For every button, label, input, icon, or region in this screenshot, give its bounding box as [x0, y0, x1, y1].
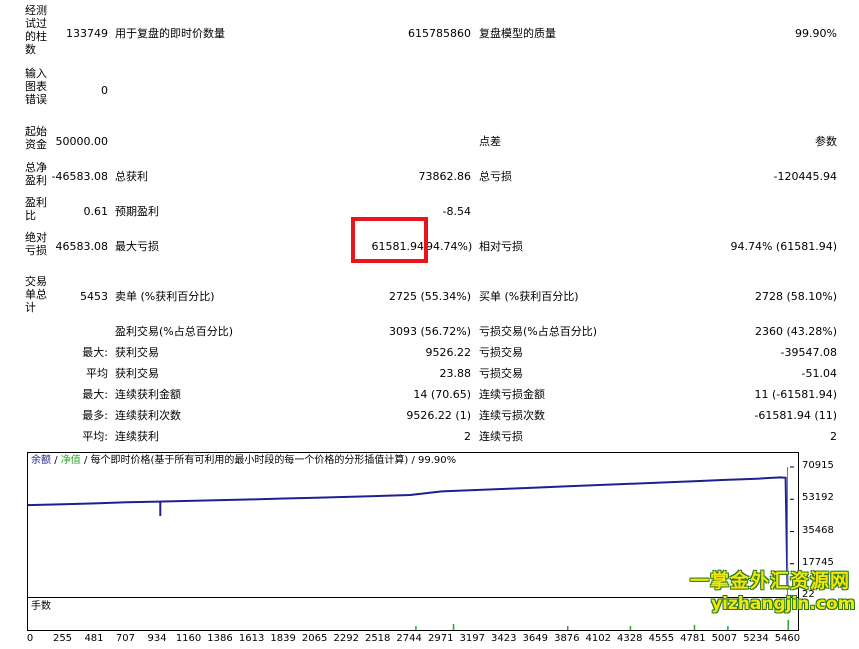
loss-trades-value: 2360 (43.28%) [754, 325, 837, 338]
avg2-label: 平均: [82, 430, 108, 443]
rel-drawdown-label: 相对亏损 [479, 240, 523, 253]
x-tick-label: 5234 [743, 633, 769, 644]
x-tick-label: 3197 [459, 633, 485, 644]
x-tick-label: 3423 [490, 633, 517, 644]
volume-chart: 手数 [27, 597, 799, 631]
bars-tested-value: 133749 [66, 27, 108, 40]
maximal-consec-profit-label: 连续获利次数 [115, 409, 181, 422]
avg-loss-value: -51.04 [801, 367, 837, 380]
profit-factor-value: 0.61 [83, 205, 109, 218]
watermark-url: yizhangjin.com [711, 594, 856, 614]
x-tick-label: 5007 [711, 633, 738, 644]
gross-loss-label: 总亏损 [479, 170, 512, 183]
maximal-consec-loss-value: -61581.94 (11) [754, 409, 837, 422]
max-consec-wins-label: 连续获利金额 [115, 388, 181, 401]
y-tick-label: 35468 [802, 524, 834, 536]
short-trades-value: 2725 (55.34%) [388, 290, 471, 303]
max-consec-wins-value: 14 (70.65) [413, 388, 471, 401]
avg-consec-losses-label: 连续亏损 [479, 430, 523, 443]
volume-bar [693, 625, 696, 630]
gross-loss-value: -120445.94 [773, 170, 837, 183]
avg-consec-wins-value: 2 [464, 430, 471, 443]
x-tick-label: 3649 [522, 633, 548, 644]
x-tick-label: 5460 [774, 633, 801, 644]
long-trades-value: 2728 (58.10%) [754, 290, 837, 303]
balance-chart: 余额 / 净值 / 每个即时价格(基于所有可利用的最小时段的每一个价格的分形插值… [27, 452, 799, 598]
largest-profit-value: 9526.22 [425, 346, 472, 359]
short-trades-label: 卖单 (%获利百分比) [115, 290, 215, 303]
total-trades-value: 5453 [80, 290, 108, 303]
max-consec-losses-value: 11 (-61581.94) [754, 388, 837, 401]
x-tick-label: 2971 [428, 633, 454, 644]
x-tick-label: 255 [52, 633, 73, 644]
volume-bar [787, 620, 789, 630]
initial-deposit-value: 50000.00 [55, 135, 109, 148]
avg-consec-losses-value: 2 [830, 430, 837, 443]
avg-profit-value: 23.88 [439, 367, 472, 380]
y-tick-label: 53192 [802, 492, 834, 504]
x-tick-label: 2292 [333, 633, 359, 644]
x-tick-label: 4328 [617, 633, 643, 644]
max-drawdown-pct: 94.74%) [426, 240, 473, 253]
volume-bar [629, 626, 632, 630]
profit-trades-value: 3093 (56.72%) [388, 325, 471, 338]
largest-label: 最大: [82, 346, 108, 359]
x-tick-label: 1160 [175, 633, 202, 644]
mismatch-value: 0 [101, 84, 108, 97]
expected-payoff-label: 预期盈利 [115, 205, 159, 218]
loss-trades-label: 亏损交易(%占总百分比) [479, 325, 598, 338]
max-drawdown-label: 最大亏损 [115, 240, 159, 253]
spread-value: 参数 [815, 135, 837, 148]
x-tick-label: 481 [84, 633, 104, 644]
x-tick-label: 707 [115, 633, 135, 644]
x-tick-label: 3876 [554, 633, 580, 644]
abs-drawdown-value: 46583.08 [55, 240, 109, 253]
maximal-consec-loss-label: 连续亏损次数 [479, 409, 545, 422]
long-trades-label: 买单 (%获利百分比) [479, 290, 579, 303]
largest-loss-value: -39547.08 [780, 346, 837, 359]
gross-profit-label: 总获利 [115, 170, 148, 183]
x-tick-label: 2518 [364, 633, 391, 644]
maximal-label: 最多: [82, 409, 108, 422]
profit-trades-label: 盈利交易(%占总百分比) [115, 325, 234, 338]
balance-series-line [28, 476, 789, 590]
spread-label: 点差 [479, 135, 501, 148]
x-tick-label: 4781 [680, 633, 706, 644]
balance-chart-plot [28, 466, 794, 597]
max-consec-losses-label: 连续亏损金额 [479, 388, 545, 401]
largest-profit-label: 获利交易 [115, 346, 159, 359]
highlight-box [351, 217, 428, 263]
x-tick-label: 4555 [648, 633, 675, 644]
x-tick-label: 0 [26, 633, 34, 644]
max-label: 最大: [82, 388, 108, 401]
model-quality-value: 99.90% [795, 27, 837, 40]
x-tick-label: 2065 [301, 633, 328, 644]
volume-plot [415, 620, 789, 630]
volume-bar [727, 626, 729, 630]
x-tick-label: 1839 [270, 633, 296, 644]
ticks-value: 615785860 [408, 27, 471, 40]
gross-profit-value: 73862.86 [418, 170, 472, 183]
avg-loss-label: 亏损交易 [479, 367, 523, 380]
volume-bar [415, 626, 417, 630]
x-tick-label: 2744 [396, 633, 422, 644]
avg-consec-wins-label: 连续获利 [115, 430, 159, 443]
x-tick-label: 1613 [238, 633, 265, 644]
largest-loss-label: 亏损交易 [479, 346, 523, 359]
volume-bar [566, 626, 569, 630]
rel-drawdown-value: 94.74% (61581.94) [730, 240, 837, 253]
x-tick-label: 1386 [207, 633, 233, 644]
avg-profit-label: 获利交易 [115, 367, 159, 380]
ticks-label: 用于复盘的即时价数量 [115, 27, 225, 40]
maximal-consec-profit-value: 9526.22 (1) [406, 409, 471, 422]
x-tick-label: 4102 [585, 633, 612, 644]
volume-bar [452, 624, 455, 630]
x-tick-label: 934 [147, 633, 167, 644]
y-tick-label: 70915 [802, 460, 834, 471]
net-profit-value: -46583.08 [51, 170, 108, 183]
average-label: 平均 [86, 367, 108, 380]
model-quality-label: 复盘模型的质量 [479, 27, 556, 40]
watermark-title: 一掌金外汇资源网 [690, 570, 851, 592]
